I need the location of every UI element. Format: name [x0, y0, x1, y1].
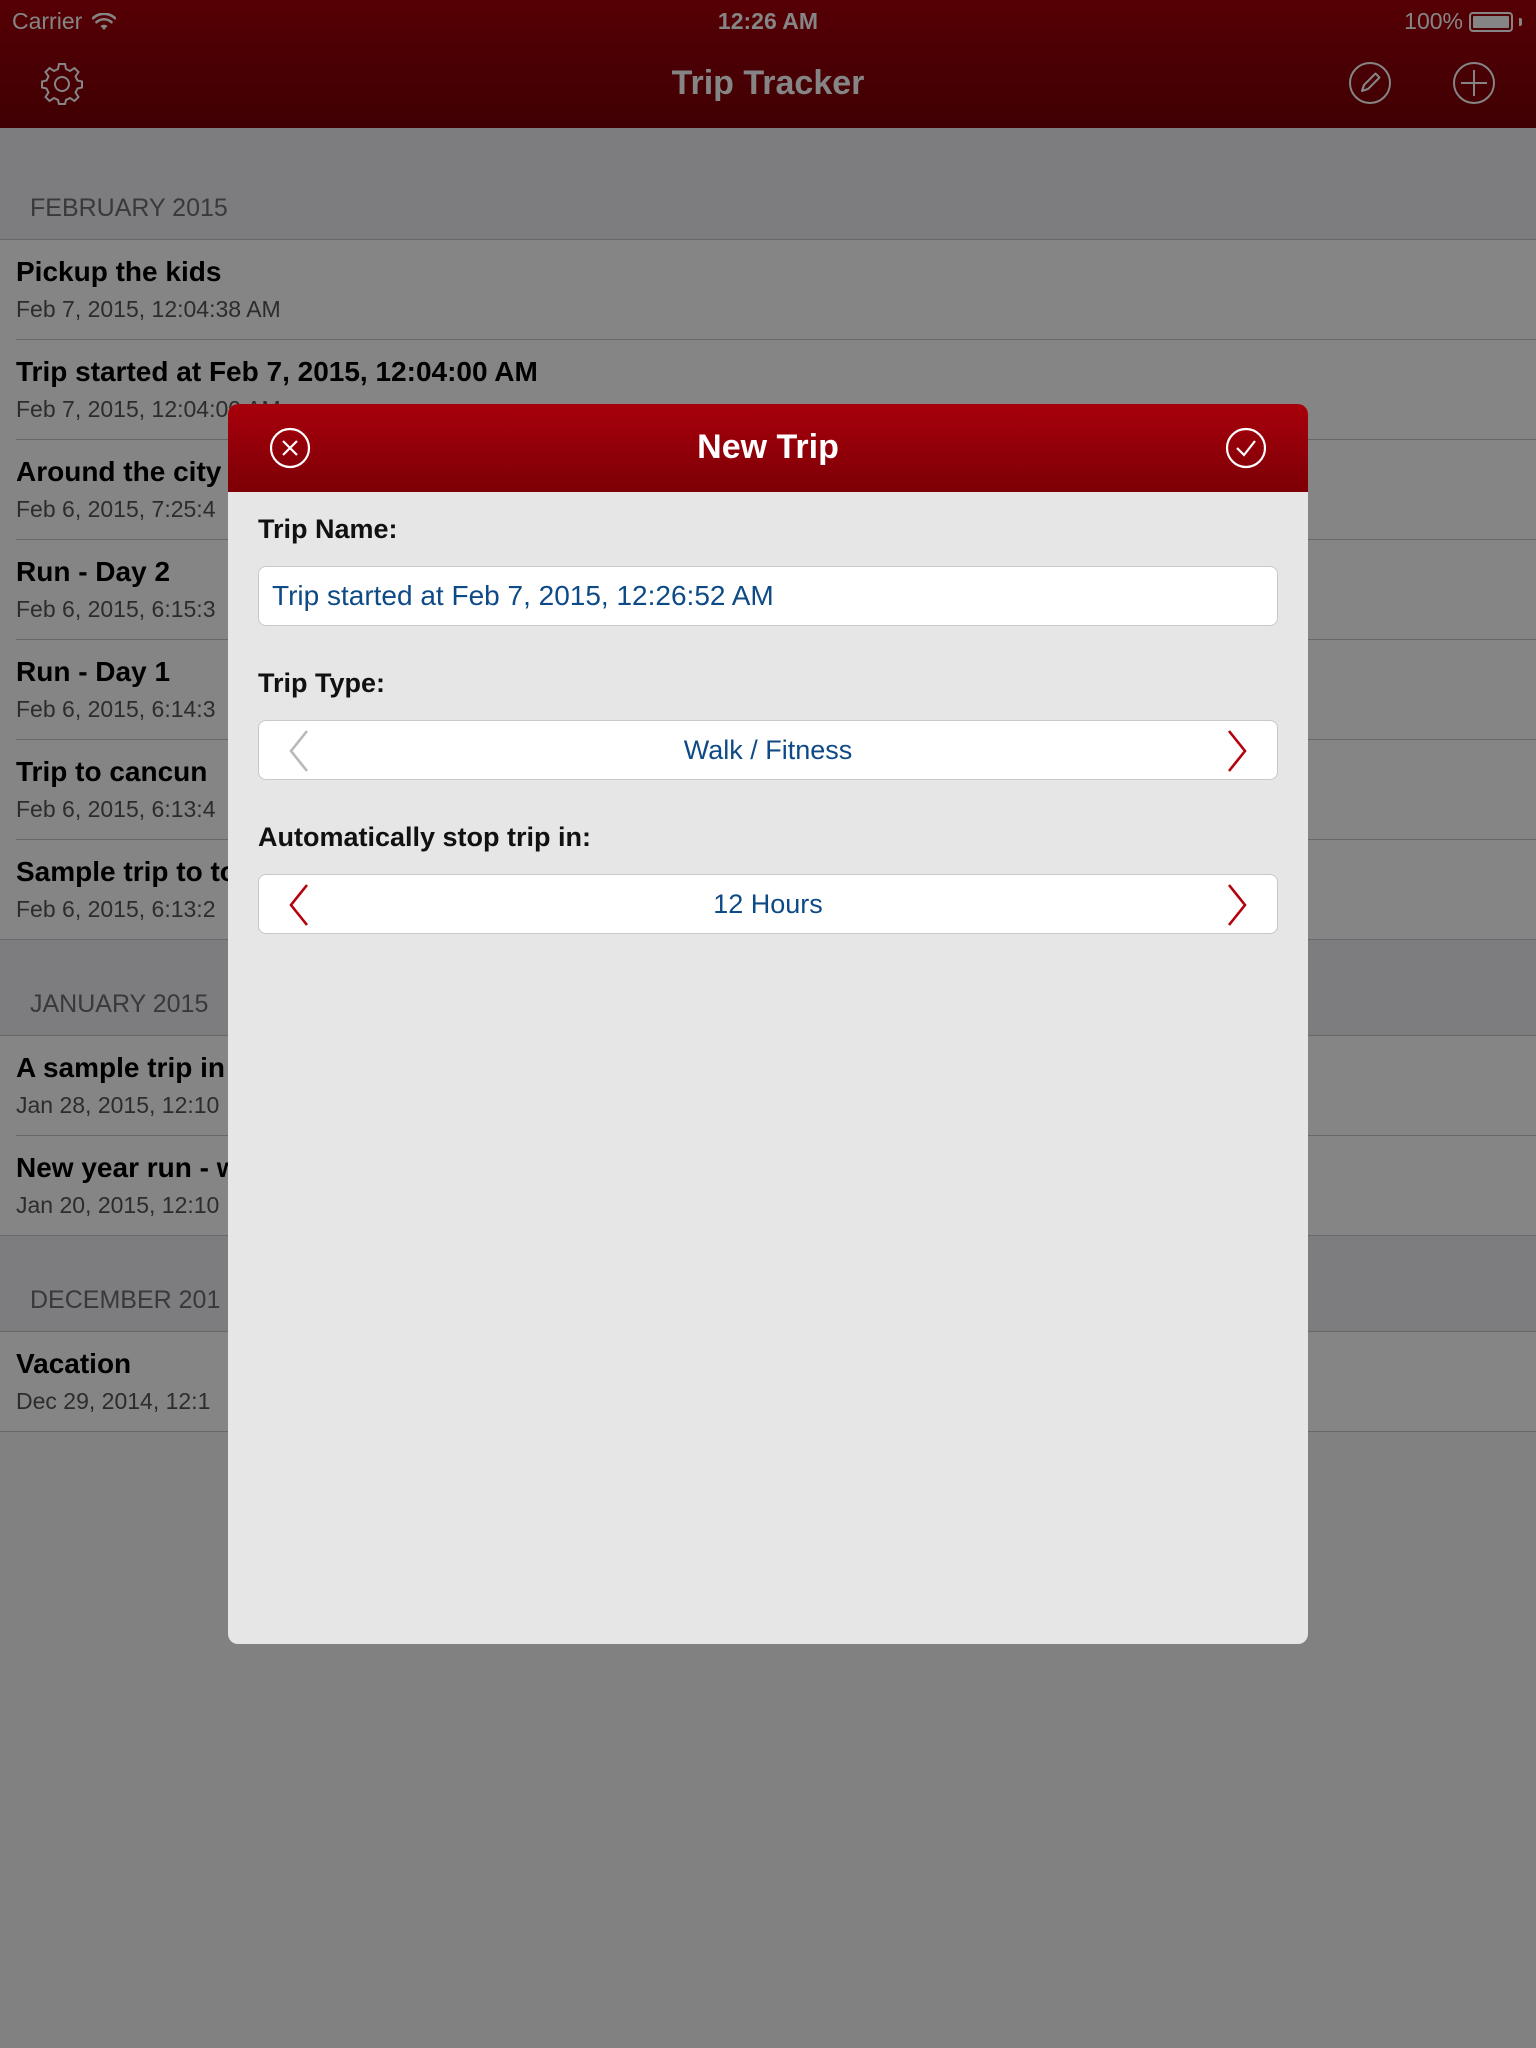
trip-type-label: Trip Type:	[258, 668, 386, 698]
trip-name-input[interactable]: Trip started at Feb 7, 2015, 12:26:52 AM	[258, 566, 1278, 626]
chevron-right-icon[interactable]	[1213, 881, 1261, 929]
trip-type-stepper: Walk / Fitness	[258, 720, 1278, 780]
chevron-right-icon[interactable]	[1213, 727, 1261, 775]
check-circle-icon[interactable]	[1220, 422, 1272, 474]
auto-stop-label: Automatically stop trip in:	[258, 822, 592, 852]
trip-type-value: Walk / Fitness	[683, 735, 853, 765]
dialog-header: New Trip	[228, 404, 1308, 492]
trip-name-label: Trip Name:	[258, 514, 398, 544]
auto-stop-stepper: 12 Hours	[258, 874, 1278, 934]
auto-stop-value: 12 Hours	[713, 889, 823, 919]
new-trip-dialog: New Trip Trip Name: Trip started at Feb …	[228, 404, 1308, 1644]
dialog-title: New Trip	[697, 428, 839, 466]
